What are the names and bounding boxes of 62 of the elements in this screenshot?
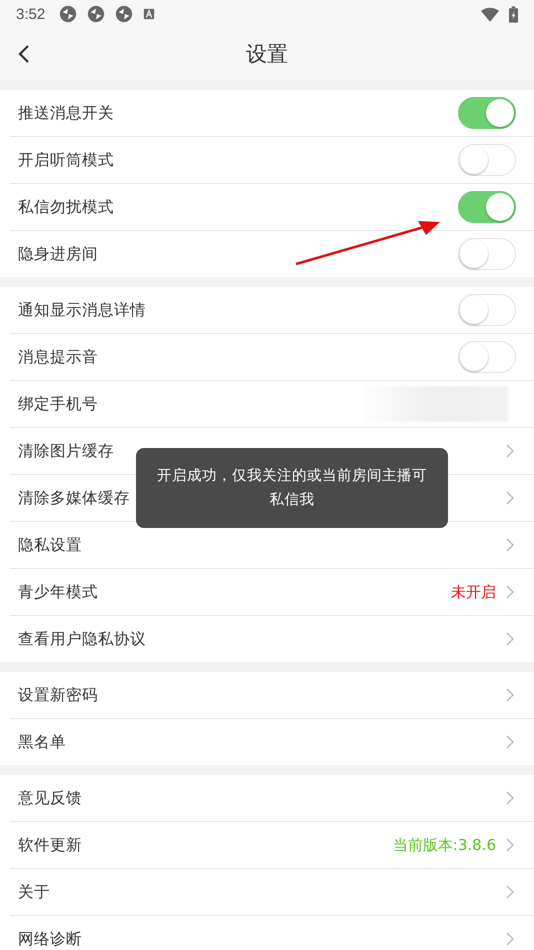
- settings-row[interactable]: 通知显示消息详情: [10, 287, 534, 334]
- row-label: 意见反馈: [18, 788, 82, 808]
- chevron-icon: [506, 585, 514, 599]
- row-label: 消息提示音: [18, 346, 98, 368]
- settings-row[interactable]: 查看用户隐私协议: [10, 616, 534, 662]
- confirmation-toast: 开启成功，仅我关注的或当前房间主播可私信我: [136, 448, 448, 528]
- keyboard-icon: [143, 8, 156, 20]
- notification-icon: [87, 5, 106, 23]
- row-value: 当前版本:3.8.6: [392, 836, 496, 854]
- settings-row[interactable]: 开启听筒模式: [10, 137, 534, 184]
- settings-row[interactable]: 消息提示音: [10, 334, 534, 381]
- row-label: 查看用户隐私协议: [18, 628, 146, 650]
- toggle-switch[interactable]: [458, 238, 516, 270]
- row-value: 未开启: [451, 582, 496, 602]
- toggle-switch[interactable]: [458, 341, 516, 373]
- battery-icon: [509, 6, 518, 22]
- settings-row[interactable]: 绑定手机号: [10, 381, 534, 428]
- settings-row[interactable]: 关于: [10, 869, 534, 916]
- chevron-icon: [506, 735, 514, 749]
- settings-row[interactable]: 私信勿扰模式: [10, 184, 534, 231]
- wifi-icon: [481, 6, 499, 22]
- row-label: 开启听筒模式: [18, 150, 114, 170]
- settings-row[interactable]: 设置新密码: [10, 672, 534, 719]
- row-label: 推送消息开关: [18, 102, 114, 124]
- toggle-switch[interactable]: [458, 144, 516, 176]
- chevron-icon: [506, 932, 514, 946]
- row-label: 网络诊断: [18, 928, 82, 950]
- row-label: 清除图片缓存: [18, 440, 114, 462]
- toggle-switch[interactable]: [458, 294, 516, 326]
- chevron-icon: [506, 538, 514, 552]
- notification-icon: [115, 5, 134, 23]
- chevron-icon: [506, 791, 514, 805]
- row-label: 隐私设置: [18, 534, 82, 556]
- back-icon: [18, 44, 30, 64]
- status-time: 3:52: [16, 6, 46, 22]
- chevron-icon: [506, 491, 514, 505]
- chevron-icon: [506, 688, 514, 702]
- row-label: 通知显示消息详情: [18, 300, 146, 320]
- row-label: 青少年模式: [18, 582, 98, 602]
- settings-row[interactable]: 网络诊断: [10, 916, 534, 950]
- row-label: 清除多媒体缓存: [18, 488, 130, 508]
- settings-row[interactable]: 软件更新 当前版本:3.8.6: [10, 822, 534, 869]
- settings-row[interactable]: 推送消息开关: [10, 90, 534, 137]
- row-label: 绑定手机号: [18, 394, 98, 414]
- row-label: 隐身进房间: [18, 244, 98, 264]
- toggle-switch[interactable]: [458, 97, 516, 129]
- settings-row[interactable]: 黑名单: [10, 719, 534, 765]
- chevron-icon: [506, 632, 514, 646]
- row-label: 设置新密码: [18, 684, 98, 706]
- notification-icon: [59, 5, 78, 23]
- chevron-icon: [506, 838, 514, 852]
- settings-row[interactable]: 意见反馈: [10, 775, 534, 822]
- toggle-switch[interactable]: [458, 191, 516, 223]
- settings-row[interactable]: 隐身进房间: [10, 231, 534, 277]
- chevron-icon: [506, 444, 514, 458]
- row-label: 软件更新: [18, 834, 82, 856]
- settings-row[interactable]: 青少年模式 未开启: [10, 569, 534, 616]
- row-label: 关于: [18, 882, 50, 902]
- row-label: 黑名单: [18, 732, 66, 752]
- page-title: 设置: [246, 41, 288, 68]
- chevron-icon: [506, 885, 514, 899]
- row-label: 私信勿扰模式: [18, 196, 114, 218]
